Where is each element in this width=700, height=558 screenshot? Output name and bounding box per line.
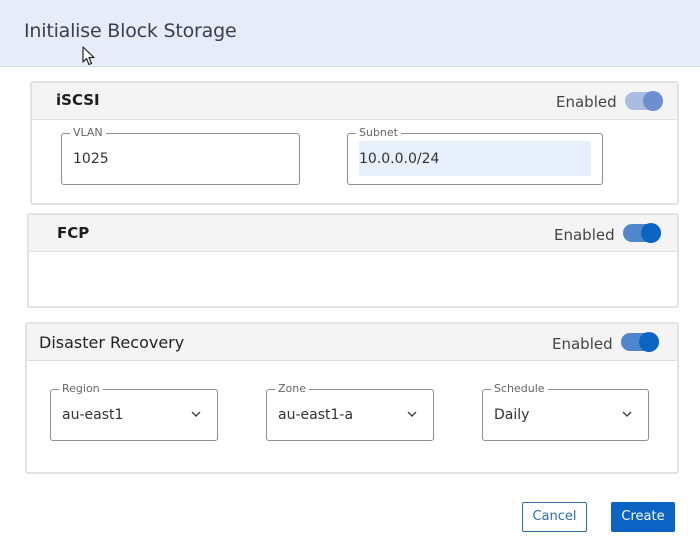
toggle-knob [639, 332, 659, 352]
subnet-field[interactable]: Subnet 10.0.0.0/24 [347, 126, 603, 185]
chevron-down-icon [191, 411, 201, 418]
vlan-label: VLAN [70, 126, 106, 139]
subnet-label: Subnet [356, 126, 401, 139]
toggle-knob [643, 91, 663, 111]
iscsi-enabled-toggle[interactable] [625, 91, 663, 111]
region-select[interactable]: Region au-east1 [50, 382, 218, 441]
fcp-enabled-toggle[interactable] [623, 223, 661, 243]
vlan-value: 1025 [73, 151, 109, 167]
subnet-value: 10.0.0.0/24 [359, 151, 440, 167]
zone-label: Zone [275, 382, 310, 395]
fcp-card: FCP Enabled [27, 213, 679, 308]
disaster-recovery-card-header: Disaster Recovery Enabled [27, 324, 677, 361]
fcp-card-header: FCP Enabled [29, 215, 677, 252]
mouse-pointer-icon [82, 46, 95, 66]
schedule-value: Daily [494, 407, 530, 423]
zone-value: au-east1-a [278, 407, 354, 423]
zone-select[interactable]: Zone au-east1-a [266, 382, 434, 441]
fcp-enabled-label: Enabled [554, 226, 615, 244]
iscsi-enabled-label: Enabled [556, 93, 617, 111]
disaster-recovery-enabled-toggle[interactable] [621, 332, 659, 352]
disaster-recovery-enabled-label: Enabled [552, 335, 613, 353]
disaster-recovery-title: Disaster Recovery [39, 333, 185, 352]
initialise-block-storage-dialog: Initialise Block Storage iSCSI Enabled V… [0, 0, 700, 558]
chevron-down-icon [407, 411, 417, 418]
dialog-title: Initialise Block Storage [24, 20, 237, 42]
schedule-select[interactable]: Schedule Daily [482, 382, 649, 441]
disaster-recovery-card: Disaster Recovery Enabled Region au-east… [25, 322, 679, 474]
chevron-down-icon [622, 411, 632, 418]
iscsi-card-header: iSCSI Enabled [32, 83, 677, 120]
iscsi-title: iSCSI [56, 91, 100, 109]
create-button[interactable]: Create [611, 502, 675, 532]
iscsi-card: iSCSI Enabled VLAN 1025 Subnet 10.0.0.0/… [30, 81, 679, 205]
dialog-header: Initialise Block Storage [0, 0, 700, 67]
region-label: Region [59, 382, 103, 395]
toggle-knob [641, 223, 661, 243]
schedule-label: Schedule [491, 382, 548, 395]
vlan-field[interactable]: VLAN 1025 [61, 126, 300, 185]
fcp-title: FCP [57, 224, 90, 242]
region-value: au-east1 [62, 407, 124, 423]
cancel-button[interactable]: Cancel [522, 502, 587, 532]
